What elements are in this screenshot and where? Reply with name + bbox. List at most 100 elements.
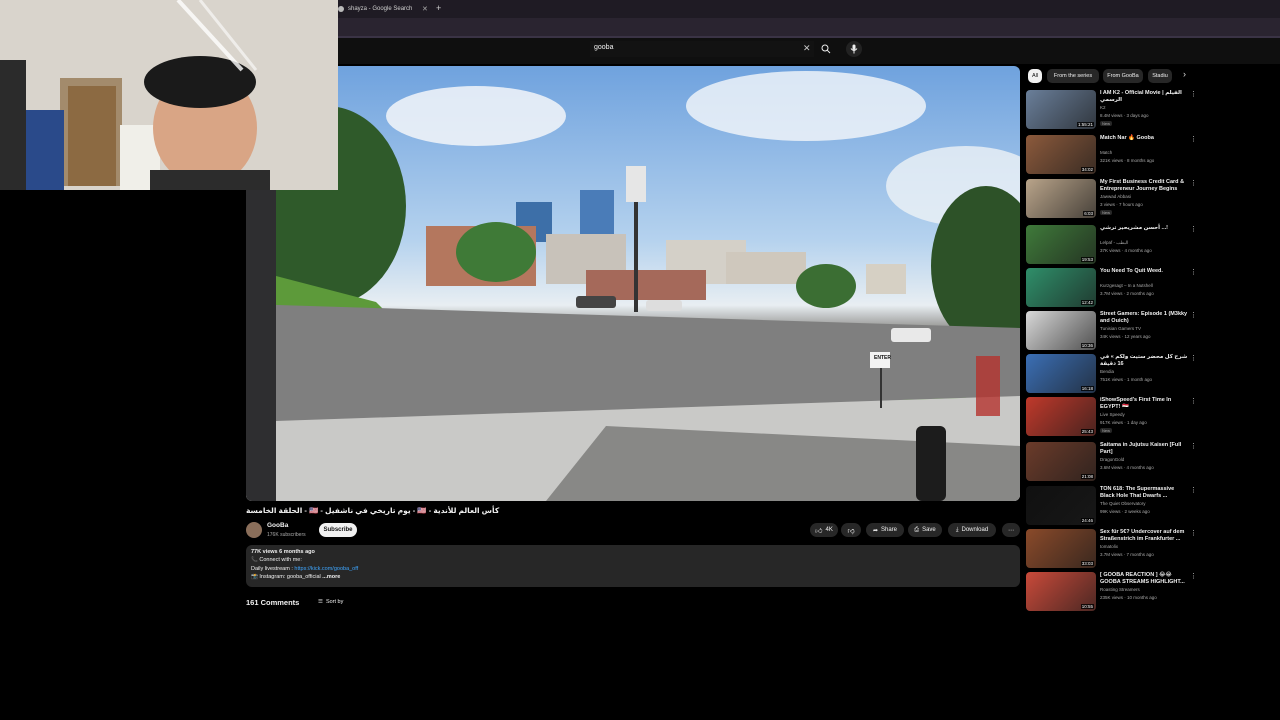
video-thumbnail[interactable]: 16:18 (1026, 354, 1096, 393)
recommendation-title[interactable]: iShowSpeed's First Time In EGYPT! 🇪🇬 (1100, 397, 1188, 411)
recommendation-item[interactable]: 34:02 Match Nar 🔥 Gooba Match 321K views · … (1026, 135, 1198, 178)
recommendation-title[interactable]: I AM K2 - Official Movie | الفيلم الرسمي (1100, 90, 1188, 104)
recommendation-meta: 34K views · 12 years ago (1100, 334, 1151, 339)
video-thumbnail[interactable]: 34:02 (1026, 135, 1096, 174)
recommendation-item[interactable]: 25:43 iShowSpeed's First Time In EGYPT! 🇪… (1026, 397, 1198, 440)
video-duration: 19:53 (1080, 257, 1094, 262)
thumbs-up-icon: 👍︎ (815, 527, 823, 535)
chevron-right-icon[interactable]: › (1183, 69, 1186, 79)
recommendation-title[interactable]: My First Business Credit Card & Entrepre… (1100, 179, 1188, 193)
video-thumbnail[interactable]: 10:55 (1026, 572, 1096, 611)
more-options-icon[interactable]: ⋮ (1190, 397, 1197, 405)
recommendation-item[interactable]: 19:53 أحسن مشريحير ترشي ...! Lelpaf - البط… (1026, 225, 1198, 268)
more-options-icon[interactable]: ⋮ (1190, 354, 1197, 362)
sort-by-label: Sort by (325, 599, 344, 605)
video-title: الحلقة الخامسة - 🇺🇸 - يوم تاريخي في ناشف… (246, 506, 500, 515)
recommendation-channel[interactable]: K2 (1100, 105, 1106, 110)
recommendation-title[interactable]: Match Nar 🔥 Gooba (1100, 135, 1188, 142)
recommendation-title[interactable]: Street Gamers: Episode 1 (M3kky and Ouic… (1100, 311, 1188, 325)
livestream-link[interactable]: https://kick.com/gooba_off (294, 566, 358, 572)
recommendation-channel[interactable]: Roasting Streamers (1100, 587, 1140, 592)
search-input[interactable]: gooba ✕ (590, 41, 814, 57)
recommendation-channel[interactable]: Jawwad Abbasi (1100, 194, 1131, 199)
more-options-icon[interactable]: ⋮ (1190, 268, 1197, 276)
description-box[interactable]: 77K views 6 months ago 📞 Connect with me… (246, 545, 1020, 587)
download-button[interactable]: ⤓ Download (948, 523, 996, 537)
new-tab-button[interactable]: + (436, 3, 441, 13)
recommendation-item[interactable]: 21:08 Saitama in Jujutsu Kaisen [Full Par… (1026, 442, 1198, 485)
chip-from-gooba[interactable]: From GooBa (1103, 69, 1143, 83)
more-options-icon[interactable]: ⋮ (1190, 225, 1197, 233)
recommendation-title[interactable]: شرح كل محضر ستيت ولكم » في 16 دقيقة (1100, 354, 1188, 368)
recommendation-title[interactable]: أحسن مشريحير ترشي ...! (1100, 225, 1188, 232)
recommendation-title[interactable]: Sex für 5€? Undercover auf dem Straßenst… (1100, 529, 1188, 543)
save-button[interactable]: ⎙ Save (908, 523, 942, 537)
chip-all[interactable]: All (1028, 69, 1042, 83)
more-options-icon[interactable]: ⋮ (1190, 529, 1197, 537)
chip-from-the-series[interactable]: From the series (1047, 69, 1099, 83)
chip-stadium[interactable]: Stadiu (1148, 69, 1172, 83)
recommendation-item[interactable]: 33:03 Sex für 5€? Undercover auf dem Stra… (1026, 529, 1198, 572)
video-thumbnail[interactable]: 25:43 (1026, 397, 1096, 436)
recommendation-channel[interactable]: tomatolix (1100, 544, 1118, 549)
video-thumbnail[interactable]: 21:08 (1026, 442, 1096, 481)
video-frame (246, 71, 1020, 501)
more-options-icon[interactable]: ⋮ (1190, 442, 1197, 450)
video-duration: 12:42 (1080, 300, 1094, 305)
video-thumbnail[interactable]: 6:03 (1026, 179, 1096, 218)
dislike-button[interactable]: 👎︎ (841, 523, 861, 537)
recommendation-item[interactable]: 1:55:21 I AM K2 - Official Movie | الفيلم… (1026, 90, 1198, 133)
recommendation-item[interactable]: 6:03 My First Business Credit Card & Entr… (1026, 179, 1198, 222)
clear-search-icon[interactable]: ✕ (803, 43, 811, 54)
recommendation-meta: 751K views · 1 month ago (1100, 377, 1153, 382)
recommendation-title[interactable]: Saitama in Jujutsu Kaisen [Full Part] (1100, 442, 1188, 456)
show-more-link[interactable]: ...more (322, 574, 340, 580)
voice-search-button[interactable] (846, 41, 862, 57)
search-button[interactable] (818, 41, 834, 57)
recommendation-item[interactable]: 24:46 TON 618: The Supermassive Black Hol… (1026, 486, 1198, 529)
video-thumbnail[interactable]: 12:42 (1026, 268, 1096, 307)
recommendation-channel[interactable]: Bendia (1100, 369, 1114, 374)
more-options-icon[interactable]: ⋮ (1190, 311, 1197, 319)
more-options-icon[interactable]: ⋮ (1190, 90, 1197, 98)
share-button[interactable]: ➦ Share (866, 523, 904, 537)
more-options-icon[interactable]: ⋮ (1190, 486, 1197, 494)
video-thumbnail[interactable]: 1:55:21 (1026, 90, 1096, 129)
video-thumbnail[interactable]: 24:46 (1026, 486, 1096, 525)
like-button[interactable]: 👍︎ 4K (810, 523, 838, 537)
recommendation-channel[interactable]: DragonGold (1100, 457, 1124, 462)
more-options-icon[interactable]: ⋮ (1190, 135, 1197, 143)
video-thumbnail[interactable]: 19:53 (1026, 225, 1096, 264)
close-tab-icon[interactable]: ✕ (422, 5, 428, 13)
video-thumbnail[interactable]: 33:03 (1026, 529, 1096, 568)
recommendation-channel[interactable]: The Quiet Observatory (1100, 501, 1146, 506)
recommendation-item[interactable]: 10:36 Street Gamers: Episode 1 (M3kky and… (1026, 311, 1198, 354)
recommendation-title[interactable]: [ GOOBA REACTION ] 😂😂 GOOBA STREAMS HIGH… (1100, 572, 1188, 586)
webcam-feed (0, 0, 338, 190)
recommendation-title[interactable]: You Need To Quit Weed. (1100, 268, 1188, 275)
channel-avatar[interactable] (246, 522, 262, 538)
channel-name[interactable]: GooBa (267, 522, 288, 529)
recommendation-channel[interactable]: Live Speedy (1100, 412, 1125, 417)
recommendation-item[interactable]: 12:42 You Need To Quit Weed. Kurzgesagt – … (1026, 268, 1198, 311)
more-options-icon[interactable]: ⋮ (1190, 179, 1197, 187)
recommendation-channel[interactable]: Match (1100, 150, 1112, 155)
recommendation-item[interactable]: 16:18 شرح كل محضر ستيت ولكم » في 16 دقيقة… (1026, 354, 1198, 397)
recommendation-channel[interactable]: Kurzgesagt – In a Nutshell (1100, 283, 1153, 288)
like-count: 4K (825, 527, 833, 533)
recommendation-channel[interactable]: Lelpaf - البطب (1100, 240, 1128, 246)
recommendation-meta: 321K views · 8 months ago (1100, 158, 1155, 163)
subscribe-button[interactable]: Subscribe (319, 523, 357, 537)
video-thumbnail[interactable]: 10:36 (1026, 311, 1096, 350)
description-instagram: 📸 Instagram: gooba_official ...more (251, 574, 340, 580)
browser-tab[interactable]: shayza - Google Search ✕ (338, 0, 430, 18)
video-player[interactable]: ENTER (246, 66, 1020, 501)
more-actions-button[interactable]: ⋯ (1002, 523, 1020, 537)
recommendation-item[interactable]: 10:55 [ GOOBA REACTION ] 😂😂 GOOBA STREAMS… (1026, 572, 1198, 615)
sort-by-button[interactable]: ☰ Sort by (318, 599, 343, 605)
more-options-icon[interactable]: ⋮ (1190, 572, 1197, 580)
recommendation-channel[interactable]: Tunisian Gamers TV (1100, 326, 1141, 331)
browser-tab-title: shayza - Google Search (348, 6, 413, 12)
recommendation-title[interactable]: TON 618: The Supermassive Black Hole Tha… (1100, 486, 1188, 500)
download-label: Download (961, 527, 989, 533)
